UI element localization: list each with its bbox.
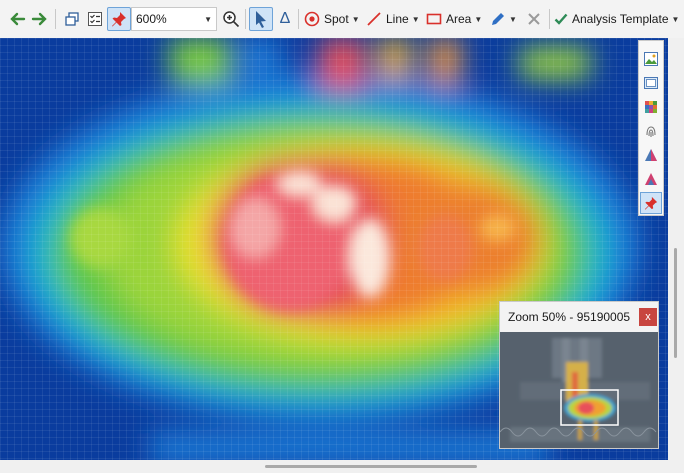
area-label: Area (446, 12, 472, 26)
zoom-panel-titlebar[interactable]: Zoom 50% - 95190005 x (500, 302, 658, 332)
close-x-icon (528, 13, 540, 25)
spot-icon (304, 11, 320, 27)
checklist-icon (88, 12, 102, 26)
pin-icon (112, 12, 126, 27)
isotherm-icon (645, 149, 657, 161)
spot-label: Spot (324, 12, 349, 26)
vertical-scrollbar[interactable] (668, 38, 684, 460)
analysis-template-button[interactable]: Analysis Template ▼ (554, 7, 679, 31)
fingerprint-icon (646, 126, 656, 137)
line-icon (367, 12, 381, 26)
area-rectangle-icon (426, 13, 442, 25)
zoom-panel-title: Zoom 50% - 95190005 (508, 310, 631, 324)
zoom-navigator-panel: Zoom 50% - 95190005 x (499, 301, 659, 449)
magnifier-plus-icon (223, 11, 240, 28)
isotherm-button[interactable] (640, 144, 662, 166)
back-button[interactable] (5, 7, 29, 31)
isotherm-alt-button[interactable] (640, 168, 662, 190)
palette-button[interactable] (640, 96, 662, 118)
forward-button[interactable] (28, 7, 52, 31)
chevron-down-icon: ▼ (351, 14, 360, 24)
spot-tool[interactable]: Spot ▼ (304, 7, 360, 31)
line-label: Line (386, 12, 409, 26)
select-tool-button[interactable] (249, 7, 273, 31)
pin-palette-button[interactable] (640, 192, 662, 214)
color-palette-icon (645, 101, 657, 113)
draw-tool[interactable]: ▼ (490, 7, 517, 31)
chevron-down-icon: ▼ (671, 14, 680, 24)
horizontal-scrollbar[interactable] (0, 460, 684, 473)
checklist-button[interactable] (83, 7, 107, 31)
area-tool[interactable]: Area ▼ (426, 7, 482, 31)
pencil-icon (492, 13, 504, 25)
cursor-arrow-icon (256, 11, 266, 28)
image-icon (644, 52, 658, 66)
toolbar: 600% ▼ Δ Spot ▼ Line ▼ Area ▼ ▼ Analysis… (0, 0, 684, 39)
right-tool-palette (638, 40, 664, 216)
zoom-panel-close-button[interactable]: x (639, 308, 657, 326)
chevron-down-icon: ▼ (204, 14, 212, 24)
chevron-down-icon: ▼ (509, 14, 517, 24)
close-icon: x (645, 311, 651, 323)
chevron-down-icon: ▼ (474, 14, 483, 24)
vertical-scroll-thumb[interactable] (674, 248, 677, 358)
zoom-select[interactable]: 600% ▼ (131, 7, 217, 31)
horizontal-scroll-thumb[interactable] (265, 465, 477, 468)
frame-button[interactable] (640, 72, 662, 94)
image-button[interactable] (640, 48, 662, 70)
frame-icon (644, 77, 658, 89)
chevron-down-icon: ▼ (411, 14, 420, 24)
restore-window-icon (65, 12, 79, 26)
zoom-in-button[interactable] (219, 7, 243, 31)
arrow-left-icon (10, 12, 26, 26)
line-tool[interactable]: Line ▼ (366, 7, 420, 31)
zoom-navigator-thumbnail[interactable] (500, 332, 658, 448)
zoom-value: 600% (136, 12, 167, 26)
fingerprint-button[interactable] (640, 120, 662, 142)
isotherm-alt-icon (645, 173, 657, 185)
delete-button[interactable] (522, 7, 546, 31)
pin-icon (644, 196, 658, 210)
analysis-template-label: Analysis Template (572, 12, 669, 26)
window-button[interactable] (60, 7, 84, 31)
arrow-right-icon (31, 12, 47, 26)
checkmark-icon (554, 13, 568, 25)
delta-icon: Δ (279, 10, 291, 27)
pin-button[interactable] (107, 7, 131, 31)
delta-tool-button[interactable]: Δ (273, 7, 297, 31)
